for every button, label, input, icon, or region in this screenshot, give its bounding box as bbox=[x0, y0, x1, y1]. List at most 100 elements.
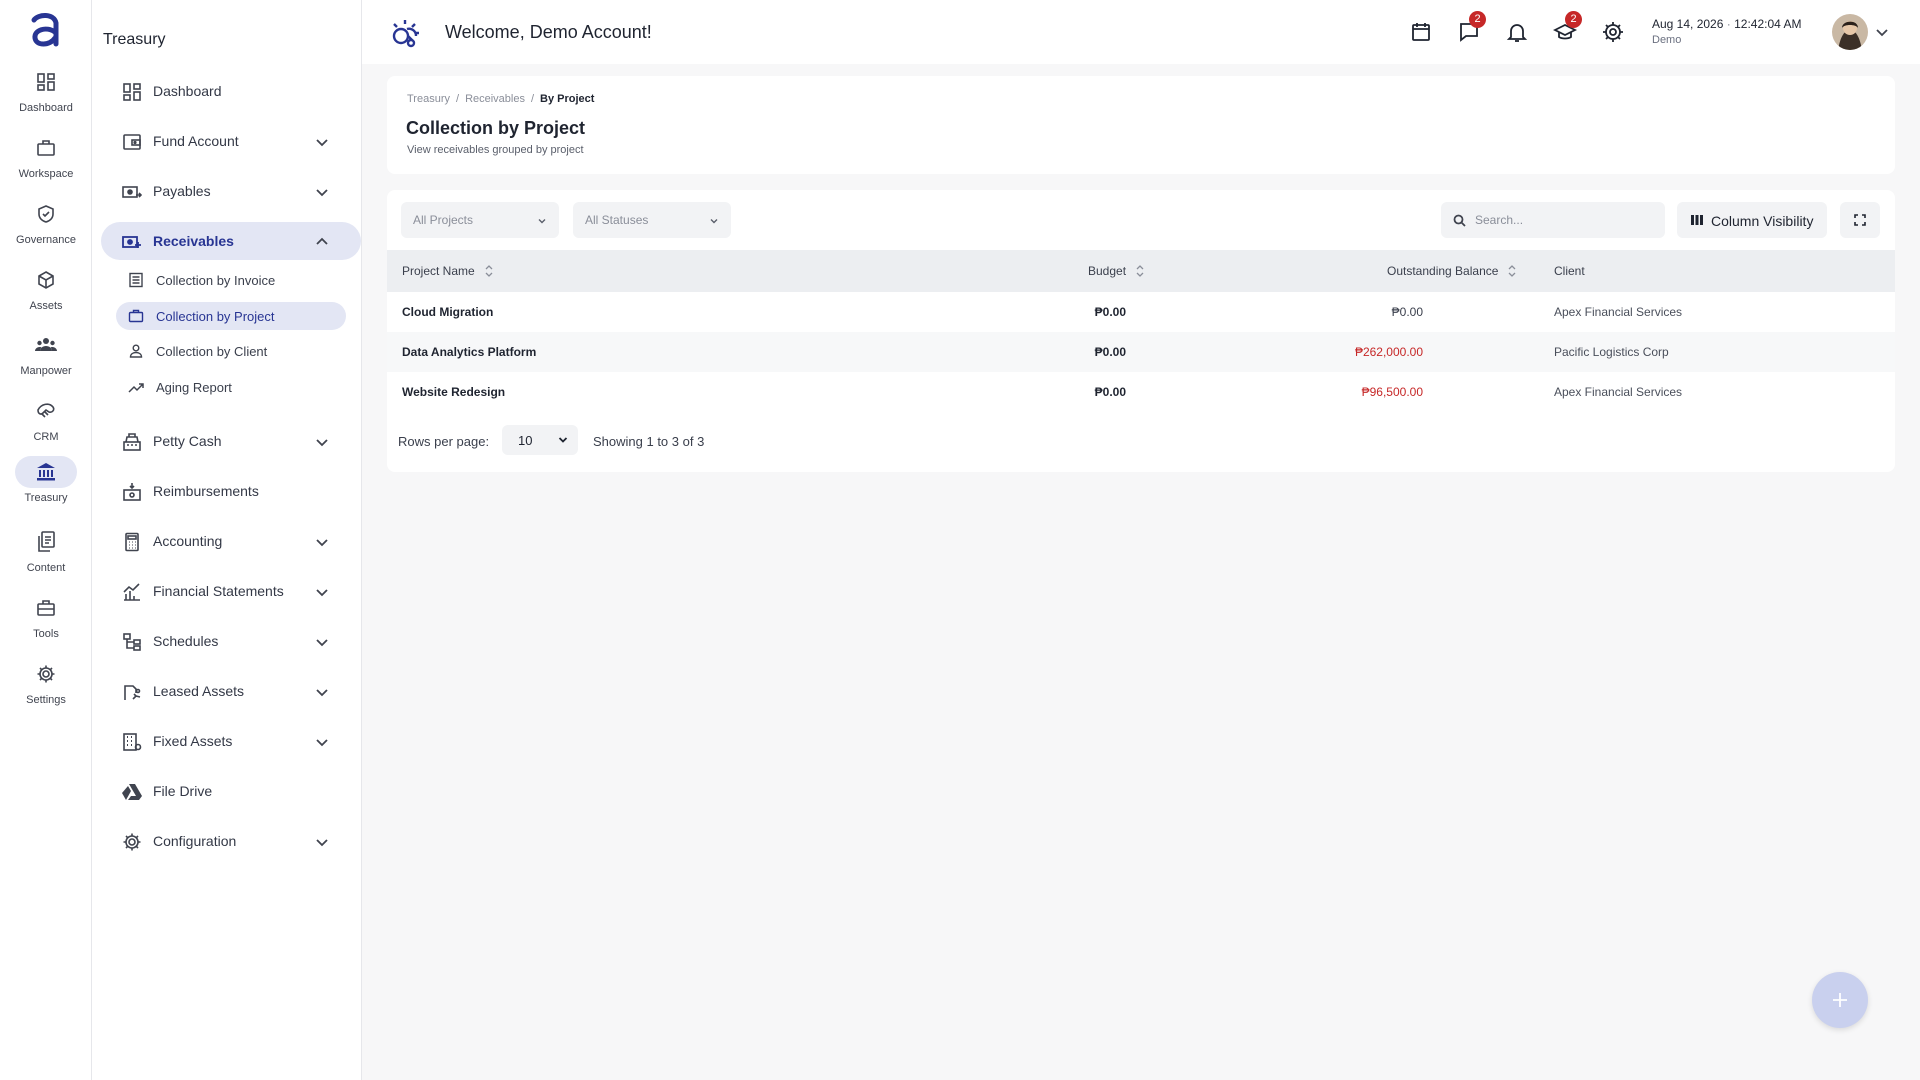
sidebar-item-leased-assets[interactable]: Leased Assets bbox=[92, 672, 362, 710]
brand-logo-icon bbox=[388, 16, 422, 50]
table-row[interactable]: Data Analytics Platform ₱0.00 ₱262,000.0… bbox=[387, 332, 1895, 372]
rail-item-crm[interactable]: CRM bbox=[0, 391, 92, 451]
gear-icon bbox=[122, 832, 142, 852]
dashboard-icon bbox=[122, 82, 142, 102]
sidebar-item-reimbursements[interactable]: Reimbursements bbox=[92, 472, 362, 510]
sidebar-item-label: Dashboard bbox=[153, 83, 222, 99]
sidebar-item-fund-account[interactable]: Fund Account bbox=[92, 122, 362, 160]
breadcrumb: Treasury / Receivables / By Project bbox=[407, 93, 594, 105]
sidebar-item-payables[interactable]: Payables bbox=[92, 172, 362, 210]
toolbox-icon bbox=[15, 592, 77, 624]
sidebar-item-accounting[interactable]: Accounting bbox=[92, 522, 362, 560]
tree-icon bbox=[122, 632, 142, 652]
rail-label: Governance bbox=[16, 234, 76, 246]
sidebar-subitem-collection-by-project[interactable]: Collection by Project bbox=[116, 302, 346, 330]
chevron-down-icon[interactable] bbox=[1874, 24, 1890, 40]
sidebar-item-fixed-assets[interactable]: Fixed Assets bbox=[92, 722, 362, 760]
trend-icon bbox=[128, 379, 144, 395]
sidebar-subitem-collection-by-client[interactable]: Collection by Client bbox=[116, 337, 346, 365]
rail-item-treasury[interactable]: Treasury bbox=[0, 452, 92, 512]
chevron-down-icon bbox=[314, 534, 330, 550]
column-visibility-button[interactable]: Column Visibility bbox=[1677, 202, 1827, 238]
search-box bbox=[1441, 202, 1665, 238]
sidebar-item-schedules[interactable]: Schedules bbox=[92, 622, 362, 660]
breadcrumb-link-receivables[interactable]: Receivables bbox=[465, 93, 525, 105]
invoice-icon bbox=[128, 272, 144, 288]
documents-icon bbox=[15, 526, 77, 558]
chevron-down-icon bbox=[314, 684, 330, 700]
cell-project-name: Data Analytics Platform bbox=[402, 345, 537, 359]
avatar[interactable] bbox=[1832, 14, 1868, 50]
messages-icon[interactable]: 2 bbox=[1457, 11, 1486, 44]
rail-item-settings[interactable]: Settings bbox=[0, 654, 92, 714]
cell-client: Apex Financial Services bbox=[1554, 385, 1683, 399]
sidebar-subitem-label: Aging Report bbox=[156, 380, 232, 395]
cell-client: Apex Financial Services bbox=[1554, 305, 1683, 319]
statuses-filter-value: All Statuses bbox=[585, 213, 649, 227]
sidebar-item-label: Accounting bbox=[153, 533, 223, 549]
table-row[interactable]: Website Redesign ₱0.00 ₱96,500.00 Apex F… bbox=[387, 372, 1895, 412]
briefcase-icon bbox=[15, 132, 77, 164]
sidebar-item-financial-statements[interactable]: Financial Statements bbox=[92, 572, 362, 610]
sidebar-subitem-collection-by-invoice[interactable]: Collection by Invoice bbox=[116, 266, 346, 294]
sidebar-item-dashboard[interactable]: Dashboard bbox=[92, 72, 362, 110]
rail-item-content[interactable]: Content bbox=[0, 522, 92, 582]
breadcrumb-link-treasury[interactable]: Treasury bbox=[407, 93, 450, 105]
statuses-filter-select[interactable]: All Statuses bbox=[573, 202, 731, 238]
chevron-down-icon bbox=[314, 134, 330, 150]
calculator-icon bbox=[122, 532, 142, 552]
column-header-label: Outstanding Balance bbox=[1387, 264, 1499, 278]
projects-filter-select[interactable]: All Projects bbox=[401, 202, 559, 238]
sidebar-item-file-drive[interactable]: File Drive bbox=[92, 772, 362, 810]
sidebar-item-petty-cash[interactable]: Petty Cash bbox=[92, 422, 362, 460]
rail-item-governance[interactable]: Governance bbox=[0, 194, 92, 254]
breadcrumb-current: By Project bbox=[540, 93, 595, 105]
sort-icon bbox=[1136, 265, 1144, 277]
cash-out-icon bbox=[122, 182, 142, 202]
fullscreen-button[interactable] bbox=[1840, 202, 1880, 238]
rail-item-assets[interactable]: Assets bbox=[0, 260, 92, 320]
sidebar-title: Treasury bbox=[103, 31, 166, 48]
drive-icon bbox=[122, 782, 142, 802]
add-fab-button[interactable] bbox=[1812, 972, 1868, 1028]
rows-per-page-value: 10 bbox=[518, 433, 533, 448]
person-icon bbox=[128, 343, 144, 359]
column-header-project-name[interactable]: Project Name bbox=[402, 264, 493, 278]
sidebar-subitem-label: Collection by Project bbox=[156, 309, 275, 324]
chevron-down-icon bbox=[538, 219, 546, 224]
settings-gear-icon[interactable] bbox=[1601, 20, 1625, 44]
rows-per-page-select[interactable]: 10 bbox=[502, 425, 578, 455]
column-header-client[interactable]: Client bbox=[1554, 264, 1585, 278]
sidebar-subitem-aging-report[interactable]: Aging Report bbox=[116, 373, 346, 401]
calendar-icon[interactable] bbox=[1409, 20, 1433, 44]
rail-item-dashboard[interactable]: Dashboard bbox=[0, 62, 92, 122]
pagination-info: Showing 1 to 3 of 3 bbox=[593, 434, 705, 449]
rail-item-tools[interactable]: Tools bbox=[0, 588, 92, 648]
chevron-down-icon bbox=[314, 834, 330, 850]
notifications-bell-icon[interactable] bbox=[1505, 20, 1529, 44]
chevron-down-icon bbox=[314, 184, 330, 200]
table-card: All Projects All Statuses Column Visibil… bbox=[387, 190, 1895, 472]
search-input[interactable] bbox=[1475, 210, 1655, 230]
dashboard-icon bbox=[15, 66, 77, 98]
app-logo[interactable] bbox=[28, 10, 64, 50]
sidebar-item-label: Fixed Assets bbox=[153, 733, 233, 749]
column-header-budget[interactable]: Budget bbox=[1088, 264, 1144, 278]
cell-project-name: Website Redesign bbox=[402, 385, 506, 399]
time-text: 12:42:04 AM bbox=[1734, 17, 1802, 31]
rail-item-manpower[interactable]: Manpower bbox=[0, 325, 92, 385]
sidebar-subitem-label: Collection by Client bbox=[156, 344, 268, 359]
cell-project-name: Cloud Migration bbox=[402, 305, 494, 319]
breadcrumb-separator: / bbox=[530, 93, 535, 105]
sidebar-item-receivables[interactable]: Receivables bbox=[101, 222, 361, 260]
rail-item-workspace[interactable]: Workspace bbox=[0, 128, 92, 188]
sidebar: Treasury Dashboard Fund Account Payables… bbox=[92, 0, 362, 1080]
training-cap-icon[interactable]: 2 bbox=[1553, 11, 1582, 44]
table-row[interactable]: Cloud Migration ₱0.00 ₱0.00 Apex Financi… bbox=[387, 292, 1895, 332]
app-rail: Dashboard Workspace Governance Assets Ma… bbox=[0, 0, 92, 1080]
sidebar-item-label: Leased Assets bbox=[153, 683, 245, 699]
sidebar-item-label: Petty Cash bbox=[153, 433, 222, 449]
welcome-text: Welcome, Demo Account! bbox=[445, 22, 652, 42]
sidebar-item-configuration[interactable]: Configuration bbox=[92, 822, 362, 860]
column-header-outstanding-balance[interactable]: Outstanding Balance bbox=[1387, 264, 1516, 278]
